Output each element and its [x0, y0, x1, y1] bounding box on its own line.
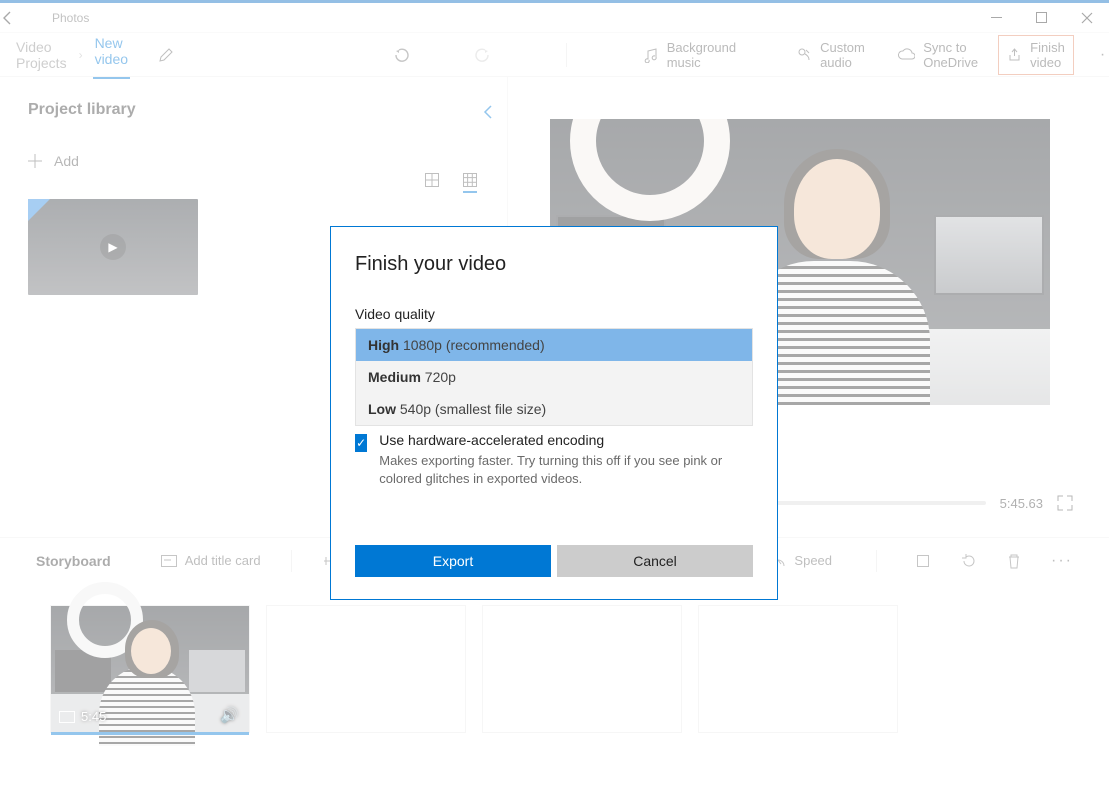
cancel-button[interactable]: Cancel: [557, 545, 753, 577]
quality-option-high[interactable]: High 1080p (recommended): [356, 329, 752, 361]
hw-encoding-description: Makes exporting faster. Try turning this…: [379, 452, 753, 487]
hw-encoding-label: Use hardware-accelerated encoding: [379, 432, 753, 448]
dialog-title: Finish your video: [355, 253, 753, 276]
video-quality-label: Video quality: [355, 306, 753, 322]
quality-option-medium[interactable]: Medium 720p: [356, 361, 752, 393]
video-quality-dropdown[interactable]: High 1080p (recommended) Medium 720p Low…: [355, 328, 753, 426]
finish-video-dialog: Finish your video Video quality High 108…: [330, 226, 778, 600]
export-button[interactable]: Export: [355, 545, 551, 577]
hw-encoding-checkbox[interactable]: ✓: [355, 434, 367, 452]
quality-option-low[interactable]: Low 540p (smallest file size): [356, 393, 752, 425]
